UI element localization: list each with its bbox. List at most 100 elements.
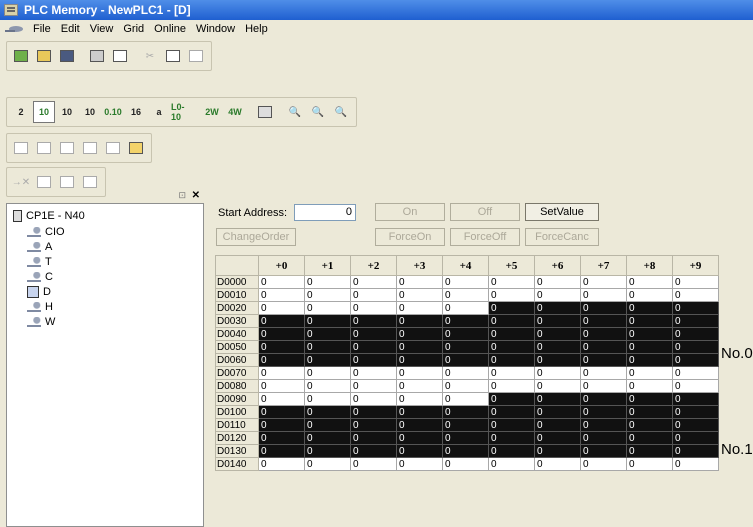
tree-item-c[interactable]: C xyxy=(27,271,53,283)
memory-cell[interactable]: 0 xyxy=(580,379,627,393)
memory-cell[interactable]: 0 xyxy=(350,301,397,315)
memory-cell[interactable]: 0 xyxy=(626,366,673,380)
print-icon[interactable] xyxy=(86,45,108,67)
zoom-out-icon[interactable]: 🔍 xyxy=(284,101,306,123)
memory-cell[interactable]: 0 xyxy=(396,314,443,328)
memory-cell[interactable]: 0 xyxy=(396,444,443,458)
memory-cell[interactable]: 0 xyxy=(396,405,443,419)
decimal-button[interactable]: 10 xyxy=(56,101,78,123)
memory-cell[interactable]: 0 xyxy=(580,431,627,445)
memory-cell[interactable]: 0 xyxy=(350,340,397,354)
memory-cell[interactable]: 0 xyxy=(580,288,627,302)
memory-cell[interactable]: 0 xyxy=(488,314,535,328)
memory-cell[interactable]: 0 xyxy=(672,288,719,302)
force-reset-icon[interactable] xyxy=(33,171,55,193)
long-button[interactable]: L0-10 xyxy=(171,101,193,123)
memory-cell[interactable]: 0 xyxy=(350,275,397,289)
memory-cell[interactable]: 0 xyxy=(258,405,305,419)
memory-cell[interactable]: 0 xyxy=(442,353,489,367)
menu-grid[interactable]: Grid xyxy=(118,23,149,35)
memory-cell[interactable]: 0 xyxy=(534,418,581,432)
tree-item-h[interactable]: H xyxy=(27,301,53,313)
tree-item-w[interactable]: W xyxy=(27,316,55,328)
memory-cell[interactable]: 0 xyxy=(626,275,673,289)
memory-cell[interactable]: 0 xyxy=(442,431,489,445)
memory-cell[interactable]: 0 xyxy=(396,353,443,367)
memory-cell[interactable]: 0 xyxy=(304,340,351,354)
memory-cell[interactable]: 0 xyxy=(442,288,489,302)
memory-cell[interactable]: 0 xyxy=(672,379,719,393)
memory-cell[interactable]: 0 xyxy=(304,418,351,432)
menu-window[interactable]: Window xyxy=(191,23,240,35)
memory-cell[interactable]: 0 xyxy=(580,392,627,406)
memory-cell[interactable]: 0 xyxy=(672,327,719,341)
memory-cell[interactable]: 0 xyxy=(304,444,351,458)
memory-cell[interactable]: 0 xyxy=(488,353,535,367)
memory-cell[interactable]: 0 xyxy=(672,275,719,289)
memory-cell[interactable]: 0 xyxy=(258,379,305,393)
memory-cell[interactable]: 0 xyxy=(534,431,581,445)
close-icon[interactable]: ✕ xyxy=(192,190,200,201)
mdi-child-icon[interactable] xyxy=(4,24,24,34)
memory-cell[interactable]: 0 xyxy=(258,340,305,354)
memory-cell[interactable]: 0 xyxy=(442,314,489,328)
memory-cell[interactable]: 0 xyxy=(626,405,673,419)
online-icon[interactable] xyxy=(10,137,32,159)
memory-cell[interactable]: 0 xyxy=(258,366,305,380)
memory-cell[interactable]: 0 xyxy=(580,340,627,354)
refresh-icon[interactable] xyxy=(125,137,147,159)
memory-cell[interactable]: 0 xyxy=(626,340,673,354)
memory-cell[interactable]: 0 xyxy=(304,457,351,471)
memory-cell[interactable]: 0 xyxy=(672,301,719,315)
tree-item-t[interactable]: T xyxy=(27,256,52,268)
2-word-button[interactable]: 2W xyxy=(201,101,223,123)
memory-cell[interactable]: 0 xyxy=(626,327,673,341)
memory-cell[interactable]: 0 xyxy=(350,431,397,445)
memory-cell[interactable]: 0 xyxy=(488,340,535,354)
memory-cell[interactable]: 0 xyxy=(442,457,489,471)
memory-cell[interactable]: 0 xyxy=(580,327,627,341)
memory-cell[interactable]: 0 xyxy=(304,379,351,393)
memory-cell[interactable]: 0 xyxy=(534,457,581,471)
new-plc-icon[interactable] xyxy=(10,45,32,67)
memory-cell[interactable]: 0 xyxy=(350,379,397,393)
memory-cell[interactable]: 0 xyxy=(580,418,627,432)
force-cancel-button[interactable]: ForceCanc xyxy=(525,228,599,246)
force-cancel-icon[interactable] xyxy=(56,171,78,193)
start-address-input[interactable]: 0 xyxy=(294,204,356,221)
memory-cell[interactable]: 0 xyxy=(626,288,673,302)
memory-cell[interactable]: 0 xyxy=(258,301,305,315)
menu-help[interactable]: Help xyxy=(240,23,273,35)
memory-cell[interactable]: 0 xyxy=(672,457,719,471)
tree-item-d[interactable]: D xyxy=(27,286,51,298)
memory-cell[interactable]: 0 xyxy=(304,366,351,380)
memory-cell[interactable]: 0 xyxy=(442,366,489,380)
memory-cell[interactable]: 0 xyxy=(258,444,305,458)
menu-online[interactable]: Online xyxy=(149,23,191,35)
memory-cell[interactable]: 0 xyxy=(534,405,581,419)
memory-cell[interactable]: 0 xyxy=(350,288,397,302)
signed-decimal-button[interactable]: 10 xyxy=(79,101,101,123)
memory-cell[interactable]: 0 xyxy=(396,301,443,315)
memory-cell[interactable]: 0 xyxy=(396,340,443,354)
force-on-button[interactable]: ForceOn xyxy=(375,228,445,246)
force-set-icon[interactable]: →✕ xyxy=(10,171,32,193)
memory-cell[interactable]: 0 xyxy=(304,392,351,406)
memory-cell[interactable]: 0 xyxy=(580,275,627,289)
memory-cell[interactable]: 0 xyxy=(442,444,489,458)
memory-cell[interactable]: 0 xyxy=(672,444,719,458)
memory-cell[interactable]: 0 xyxy=(258,314,305,328)
find-icon[interactable]: 🔍 xyxy=(330,101,352,123)
memory-cell[interactable]: 0 xyxy=(672,405,719,419)
memory-cell[interactable]: 0 xyxy=(534,392,581,406)
memory-cell[interactable]: 0 xyxy=(258,327,305,341)
memory-cell[interactable]: 0 xyxy=(488,444,535,458)
print-preview-icon[interactable] xyxy=(109,45,131,67)
menu-file[interactable]: File xyxy=(28,23,56,35)
memory-cell[interactable]: 0 xyxy=(442,327,489,341)
memory-cell[interactable]: 0 xyxy=(258,275,305,289)
4-word-button[interactable]: 4W xyxy=(224,101,246,123)
pin-icon[interactable]: ⊡ xyxy=(178,190,186,201)
memory-cell[interactable]: 0 xyxy=(580,301,627,315)
memory-cell[interactable]: 0 xyxy=(442,392,489,406)
